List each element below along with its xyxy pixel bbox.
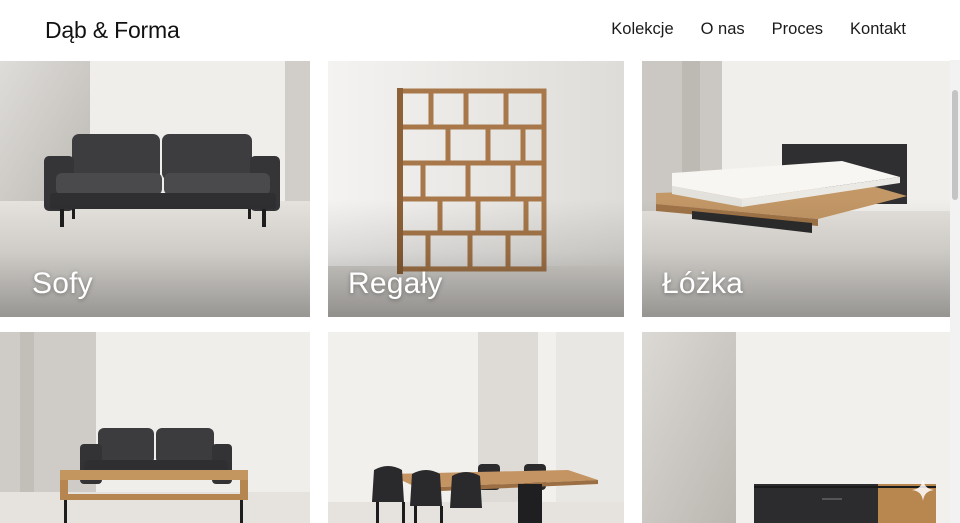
sideboard-image <box>642 332 951 523</box>
category-tile-5[interactable] <box>328 332 624 523</box>
site-header: Dąb & Forma Kolekcje O nas Proces Kontak… <box>0 0 960 60</box>
category-tile-sofy[interactable]: Sofy <box>0 61 310 317</box>
nav-link-o-nas[interactable]: O nas <box>701 20 745 39</box>
nav-link-kontakt[interactable]: Kontakt <box>850 20 906 39</box>
sparkle-icon <box>912 479 934 501</box>
dining-table-image <box>328 332 624 523</box>
nav-link-kolekcje[interactable]: Kolekcje <box>611 20 673 39</box>
main-nav: Kolekcje O nas Proces Kontakt <box>611 20 906 39</box>
scrollbar-thumb[interactable] <box>952 90 958 200</box>
category-tile-4[interactable] <box>0 332 310 523</box>
category-label: Sofy <box>32 267 93 300</box>
category-tile-6[interactable] <box>642 332 951 523</box>
category-label: Łóżka <box>662 267 744 300</box>
page-scrollbar[interactable] <box>950 60 960 523</box>
category-tile-lozka[interactable]: Łóżka <box>642 61 951 317</box>
brand-logo[interactable]: Dąb & Forma <box>45 17 180 44</box>
category-tile-regaly[interactable]: Regały <box>328 61 624 317</box>
sofa-table-image <box>0 332 310 523</box>
category-label: Regały <box>348 267 443 300</box>
nav-link-proces[interactable]: Proces <box>772 20 823 39</box>
